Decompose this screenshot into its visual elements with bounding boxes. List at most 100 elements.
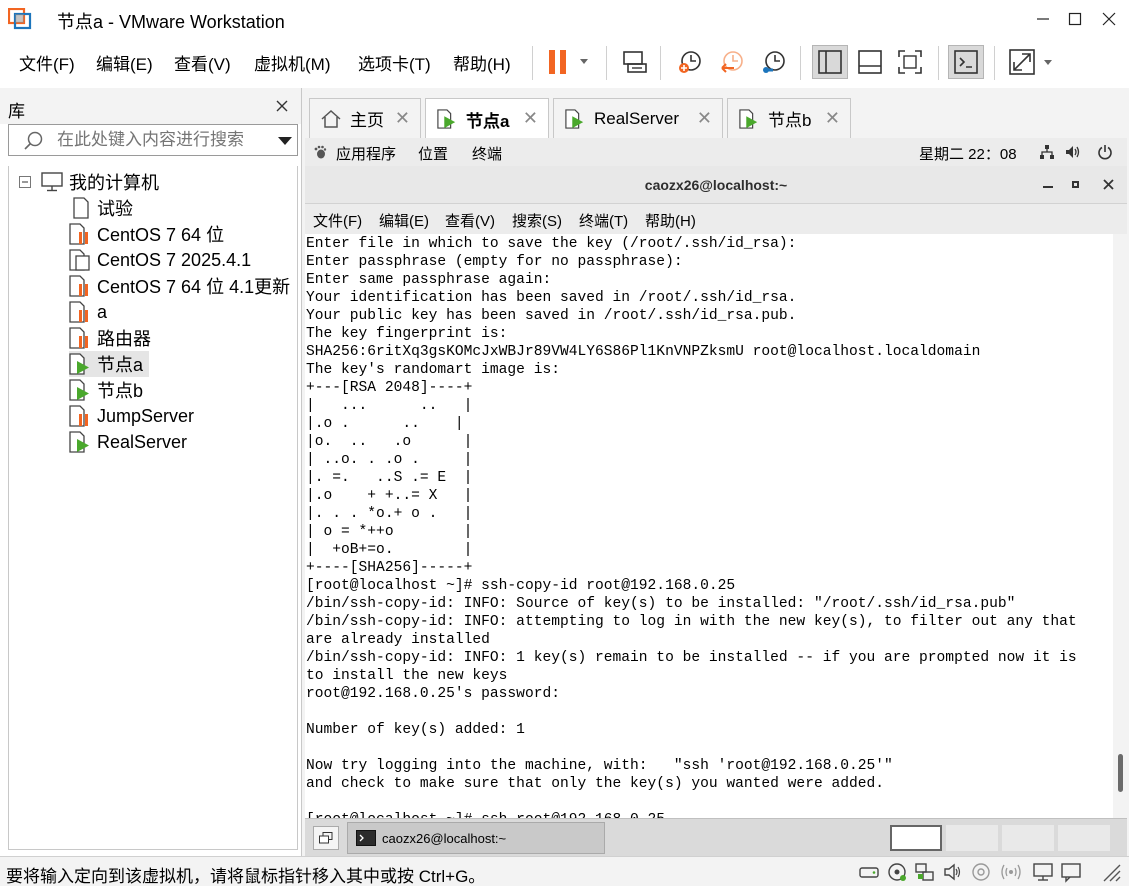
vmware-window: 节点a - VMware Workstation 文件(F) 编辑(E) 查看(… bbox=[0, 0, 1129, 886]
taskbar-terminal-task[interactable]: caozx26@localhost:~ bbox=[347, 822, 605, 854]
wireless-icon[interactable] bbox=[1000, 861, 1022, 883]
network-adapter-icon[interactable] bbox=[914, 861, 936, 883]
vm-suspended-icon bbox=[69, 301, 88, 323]
suspend-button[interactable] bbox=[542, 45, 598, 79]
terminal-menu-bar: 文件(F) 编辑(E) 查看(V) 搜索(S) 终端(T) 帮助(H) bbox=[305, 204, 1127, 234]
sound-card-icon[interactable] bbox=[942, 861, 964, 883]
show-thumbnail-bar-button[interactable] bbox=[852, 45, 888, 79]
minimize-icon bbox=[1037, 18, 1049, 20]
gnome-clock[interactable]: 星期二 22：08 bbox=[919, 143, 1017, 164]
network-icon[interactable] bbox=[1039, 144, 1055, 160]
display-icon[interactable] bbox=[1032, 861, 1054, 883]
workspace-4[interactable] bbox=[1058, 825, 1110, 851]
terminal-output[interactable]: Enter file in which to save the key (/ro… bbox=[305, 234, 1113, 818]
tree-item-vm-selected[interactable]: 节点a bbox=[69, 351, 150, 377]
workspace-1[interactable] bbox=[890, 825, 942, 851]
power-icon[interactable] bbox=[1097, 144, 1113, 160]
vm-suspended-icon bbox=[69, 275, 88, 297]
library-tree: 我的计算机 试验 CentOS 7 64 位 CentOS 7 2025.4.1… bbox=[8, 166, 298, 850]
console-view-button[interactable] bbox=[948, 45, 984, 79]
stretch-guest-button[interactable] bbox=[1004, 45, 1060, 79]
full-screen-button[interactable] bbox=[892, 45, 928, 79]
minimize-button[interactable] bbox=[1028, 5, 1058, 33]
snapshot-button[interactable] bbox=[672, 45, 708, 79]
gnome-terminal-menu[interactable]: 终端 bbox=[472, 143, 502, 164]
terminal-maximize-icon[interactable] bbox=[1072, 181, 1079, 188]
workspace-2[interactable] bbox=[946, 825, 998, 851]
library-close-button[interactable] bbox=[270, 94, 294, 118]
terminal-scrollbar[interactable] bbox=[1113, 234, 1127, 818]
show-library-button[interactable] bbox=[812, 45, 848, 79]
tree-item-vm[interactable]: CentOS 7 2025.4.1 bbox=[69, 247, 251, 273]
terminal-line: |.o + +..= X | bbox=[306, 488, 473, 504]
search-icon bbox=[24, 131, 43, 150]
terminal-line: The key fingerprint is: bbox=[306, 326, 508, 342]
resize-grip-icon[interactable] bbox=[1100, 861, 1122, 883]
library-search bbox=[8, 124, 298, 156]
snapshot-manager-button[interactable] bbox=[756, 45, 792, 79]
tree-item-vm[interactable]: CentOS 7 64 位 4.1更新 bbox=[69, 273, 290, 299]
terminal-menu-search[interactable]: 搜索(S) bbox=[512, 210, 562, 231]
terminal-menu-file[interactable]: 文件(F) bbox=[313, 210, 362, 231]
cd-dvd-icon[interactable] bbox=[886, 861, 908, 883]
tab-realserver[interactable]: RealServer ✕ bbox=[553, 98, 723, 138]
tree-item-vm[interactable]: CentOS 7 64 位 bbox=[69, 221, 224, 247]
menu-edit[interactable]: 编辑(E) bbox=[96, 50, 153, 75]
close-window-button[interactable] bbox=[1094, 5, 1124, 33]
revert-snapshot-button[interactable] bbox=[714, 45, 750, 79]
terminal-menu-help[interactable]: 帮助(H) bbox=[645, 210, 696, 231]
collapse-toggle-icon[interactable] bbox=[19, 176, 31, 188]
tree-item-vm[interactable]: RealServer bbox=[69, 429, 187, 455]
menu-help[interactable]: 帮助(H) bbox=[453, 50, 511, 75]
tree-item-vm[interactable]: 节点b bbox=[69, 377, 143, 403]
menu-vm[interactable]: 虚拟机(M) bbox=[254, 50, 330, 75]
tree-item-my-computer[interactable]: 我的计算机 bbox=[19, 169, 159, 195]
terminal-close-icon[interactable] bbox=[1103, 179, 1114, 190]
toolbar-divider bbox=[800, 46, 801, 80]
gnome-applications-menu[interactable]: 应用程序 bbox=[336, 143, 396, 164]
vm-suspended-icon bbox=[69, 223, 88, 245]
tree-item-vm[interactable]: JumpServer bbox=[69, 403, 194, 429]
menu-bar: 文件(F) 编辑(E) 查看(V) 虚拟机(M) 选项卡(T) 帮助(H) bbox=[0, 38, 1129, 88]
vm-console[interactable]: 应用程序 位置 终端 星期二 22：08 caozx26@localhost:~ bbox=[305, 138, 1127, 856]
tab-close-icon[interactable]: ✕ bbox=[825, 108, 840, 129]
home-icon bbox=[321, 109, 341, 128]
vm-running-icon bbox=[437, 109, 456, 129]
terminal-line: /bin/ssh-copy-id: INFO: Source of key(s)… bbox=[306, 596, 1016, 612]
toolbar-divider bbox=[938, 46, 939, 80]
usb-icon[interactable] bbox=[970, 861, 992, 883]
terminal-line: Your public key has been saved in /root/… bbox=[306, 308, 797, 324]
terminal-line: | +oB+=o. | bbox=[306, 542, 473, 558]
tab-close-icon[interactable]: ✕ bbox=[697, 108, 712, 129]
terminal-line: |. . . *o.+ o . | bbox=[306, 506, 473, 522]
terminal-menu-terminal[interactable]: 终端(T) bbox=[579, 210, 628, 231]
terminal-minimize-icon[interactable] bbox=[1043, 178, 1053, 188]
tree-item-vm[interactable]: 路由器 bbox=[69, 325, 151, 351]
gnome-places-menu[interactable]: 位置 bbox=[418, 143, 448, 164]
chevron-down-icon[interactable] bbox=[277, 135, 293, 147]
tab-close-icon[interactable]: ✕ bbox=[395, 108, 410, 129]
tree-item-vm[interactable]: 试验 bbox=[69, 195, 133, 221]
terminal-line: +----[SHA256]-----+ bbox=[306, 560, 473, 576]
send-ctrl-alt-del-button[interactable] bbox=[616, 45, 652, 79]
tree-item-vm[interactable]: a bbox=[69, 299, 107, 325]
library-search-input[interactable] bbox=[57, 129, 257, 151]
maximize-button[interactable] bbox=[1060, 5, 1090, 33]
tab-home[interactable]: 主页 ✕ bbox=[309, 98, 421, 138]
volume-icon[interactable] bbox=[1065, 144, 1081, 160]
workspace-3[interactable] bbox=[1002, 825, 1054, 851]
tab-node-b[interactable]: 节点b ✕ bbox=[727, 98, 851, 138]
terminal-line: Enter passphrase (empty for no passphras… bbox=[306, 254, 683, 270]
menu-file[interactable]: 文件(F) bbox=[19, 50, 75, 75]
tab-close-icon[interactable]: ✕ bbox=[523, 108, 538, 129]
message-icon[interactable] bbox=[1060, 861, 1082, 883]
toolbar-divider bbox=[994, 46, 995, 80]
menu-view[interactable]: 查看(V) bbox=[174, 50, 231, 75]
tab-node-a[interactable]: 节点a ✕ bbox=[425, 98, 549, 139]
hard-disk-icon[interactable] bbox=[858, 861, 880, 883]
terminal-scroll-thumb[interactable] bbox=[1118, 754, 1123, 792]
terminal-menu-view[interactable]: 查看(V) bbox=[445, 210, 495, 231]
terminal-menu-edit[interactable]: 编辑(E) bbox=[379, 210, 429, 231]
menu-tabs[interactable]: 选项卡(T) bbox=[358, 50, 431, 75]
show-desktop-button[interactable] bbox=[313, 826, 339, 850]
